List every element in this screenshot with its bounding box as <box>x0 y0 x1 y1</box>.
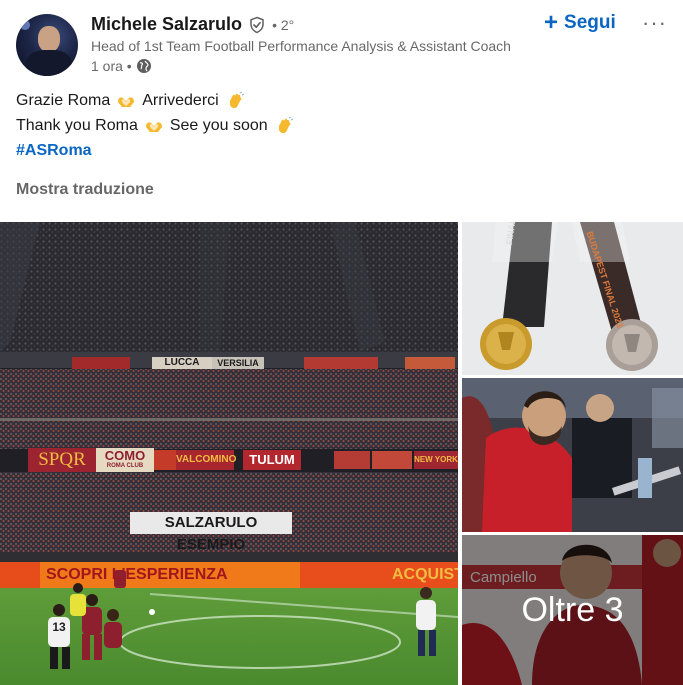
banner-como: COMO <box>104 448 146 463</box>
heart-hands-emoji-icon <box>118 96 135 107</box>
banner-tulum: TULUM <box>249 452 295 467</box>
post-line-1: Grazie Roma Arrivederci <box>16 88 294 113</box>
post-header: Michele Salzarulo • 2° Head of 1st Team … <box>0 0 683 80</box>
banner-salzarulo: SALZARULO ESEMPIO <box>164 514 258 553</box>
ad-board-right: ACQUIST <box>392 566 458 583</box>
waving-hand-emoji-icon <box>229 91 244 108</box>
show-translation-button[interactable]: Mostra traduzione <box>16 181 154 199</box>
plus-icon: + <box>544 9 559 36</box>
post-meta: 1 ora • <box>91 58 152 74</box>
more-photos-overlay[interactable]: Oltre 3 <box>462 535 683 685</box>
verified-shield-icon <box>250 16 264 33</box>
photo-more[interactable]: Campiello Oltre 3 <box>462 535 683 685</box>
banner-como-sub: ROMA CLUB <box>106 463 144 469</box>
banner-valcomino: VALCOMINO <box>176 454 237 465</box>
author-name-row: Michele Salzarulo • 2° <box>91 14 294 35</box>
follow-label: Segui <box>564 12 616 33</box>
more-options-button[interactable]: ··· <box>642 10 667 36</box>
post-line-2-b: See you soon <box>169 117 268 134</box>
follow-button[interactable]: + Segui <box>544 9 616 36</box>
photo-coach-laptop[interactable] <box>462 378 683 532</box>
banner-newyork: NEW YORK <box>414 455 458 464</box>
post-line-2: Thank you Roma See you soon <box>16 113 294 138</box>
waving-hand-emoji-icon <box>278 116 293 133</box>
main-photo-stadium[interactable]: LUCCA VERSILIA SPQR COMO ROMA CLUB VALCO… <box>0 222 458 685</box>
author-name[interactable]: Michele Salzarulo <box>91 14 242 35</box>
coach-drawing <box>462 378 683 532</box>
post-line-1-a: Grazie Roma <box>16 92 111 109</box>
author-headline: Head of 1st Team Football Performance An… <box>91 38 511 54</box>
post-text: Grazie Roma Arrivederci Thank you Roma S… <box>16 88 294 163</box>
banner-lucca: LUCCA <box>164 357 200 368</box>
post-line-2-a: Thank you Roma <box>16 117 138 134</box>
image-gallery: LUCCA VERSILIA SPQR COMO ROMA CLUB VALCO… <box>0 222 683 685</box>
banner-versilia: VERSILIA <box>217 358 259 368</box>
banner-spqr: SPQR <box>38 449 86 470</box>
globe-icon <box>136 59 151 73</box>
post-time: 1 ora • <box>91 58 132 74</box>
author-avatar[interactable] <box>16 14 78 76</box>
photo-medals[interactable]: FINAL 2022 BUDAPEST FINAL 2023 <box>462 222 683 375</box>
hashtag-link[interactable]: #ASRoma <box>16 138 92 163</box>
ad-board-left: SCOPRI L'ESPERIENZA <box>46 566 228 583</box>
player-number: 13 <box>52 620 66 634</box>
connection-degree: • 2° <box>272 16 295 33</box>
more-photos-label: Oltre 3 <box>521 590 624 629</box>
heart-hands-emoji-icon <box>145 121 162 132</box>
post-line-1-b: Arrivederci <box>142 92 219 109</box>
medals-drawing <box>462 222 683 375</box>
post-line-3: #ASRoma <box>16 138 294 163</box>
